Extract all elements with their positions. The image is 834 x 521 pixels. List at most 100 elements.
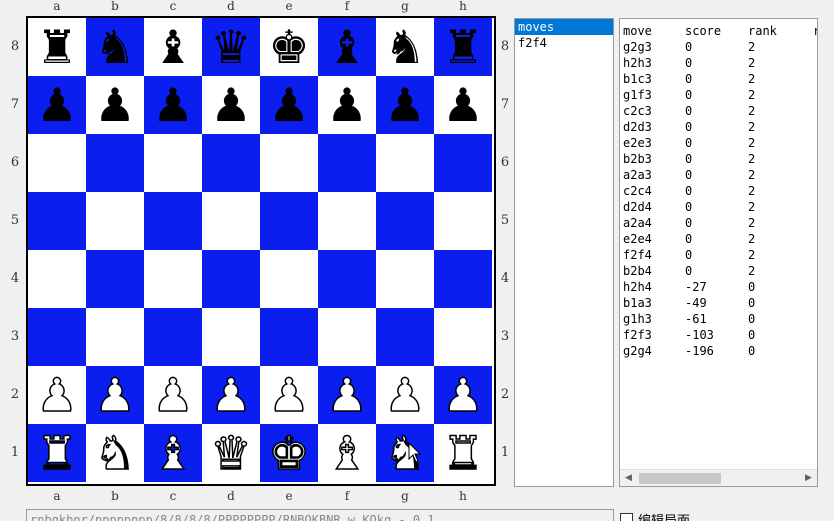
table-row[interactable]: g1f3 0 2	[620, 87, 817, 103]
square-d7[interactable]: ♟	[202, 76, 260, 134]
square-d2[interactable]: ♟	[202, 366, 260, 424]
square-b6[interactable]	[86, 134, 144, 192]
square-e2[interactable]: ♟	[260, 366, 318, 424]
table-row[interactable]: a2a3 0 2	[620, 167, 817, 183]
square-b8[interactable]: ♞	[86, 18, 144, 76]
square-h2[interactable]: ♟	[434, 366, 492, 424]
list-item[interactable]: moves	[515, 19, 613, 35]
black-pawn-icon[interactable]: ♟	[384, 82, 425, 128]
white-bishop-icon[interactable]: ♝	[326, 429, 369, 477]
table-row[interactable]: f2f3 -103 0	[620, 327, 817, 343]
table-row[interactable]: c2c4 0 2	[620, 183, 817, 199]
square-f3[interactable]	[318, 308, 376, 366]
black-pawn-icon[interactable]: ♟	[442, 82, 483, 128]
square-g2[interactable]: ♟	[376, 366, 434, 424]
square-a1[interactable]: ♜	[28, 424, 86, 482]
table-row[interactable]: h2h3 0 2	[620, 55, 817, 71]
chess-board[interactable]: ♜ ♞ ♝ ♛ ♚ ♝ ♞ ♜ ♟ ♟ ♟ ♟ ♟ ♟ ♟ ♟ ♟ ♟ ♟ ♟ ♟ ♟ ♟ ♟ ♜ ♞ ♝ ♛ ♚ ♝ ♞ ♜	[26, 16, 496, 486]
square-h4[interactable]	[434, 250, 492, 308]
table-row[interactable]: e2e4 0 2	[620, 231, 817, 247]
square-a6[interactable]	[28, 134, 86, 192]
square-g1[interactable]: ♞	[376, 424, 434, 482]
table-row[interactable]: d2d3 0 2	[620, 119, 817, 135]
black-rook-icon[interactable]: ♜	[36, 24, 77, 70]
move-score-table[interactable]: move score rank r g2g302h2h302b1c302g1f3…	[619, 18, 818, 487]
black-pawn-icon[interactable]: ♟	[210, 82, 251, 128]
square-e4[interactable]	[260, 250, 318, 308]
square-c3[interactable]	[144, 308, 202, 366]
black-bishop-icon[interactable]: ♝	[326, 24, 367, 70]
square-d8[interactable]: ♛	[202, 18, 260, 76]
edit-board-checkbox[interactable]	[620, 513, 633, 521]
square-h3[interactable]	[434, 308, 492, 366]
edit-board-label[interactable]: 编辑局面	[638, 510, 690, 521]
white-knight-icon[interactable]: ♞	[94, 429, 137, 477]
column-header-extra[interactable]: r	[813, 23, 817, 39]
black-pawn-icon[interactable]: ♟	[94, 82, 135, 128]
square-a3[interactable]	[28, 308, 86, 366]
table-row[interactable]: f2f4 0 2	[620, 247, 817, 263]
white-pawn-icon[interactable]: ♟	[442, 371, 485, 419]
table-row[interactable]: g2g3 0 2	[620, 39, 817, 55]
square-b7[interactable]: ♟	[86, 76, 144, 134]
square-b5[interactable]	[86, 192, 144, 250]
white-pawn-icon[interactable]: ♟	[152, 371, 195, 419]
white-king-icon[interactable]: ♚	[268, 429, 311, 477]
square-c6[interactable]	[144, 134, 202, 192]
square-f7[interactable]: ♟	[318, 76, 376, 134]
black-knight-icon[interactable]: ♞	[384, 24, 425, 70]
list-item[interactable]: f2f4	[515, 35, 613, 51]
square-f5[interactable]	[318, 192, 376, 250]
square-e3[interactable]	[260, 308, 318, 366]
horizontal-scrollbar[interactable]: ◀ ▶	[620, 469, 817, 486]
square-c8[interactable]: ♝	[144, 18, 202, 76]
square-h5[interactable]	[434, 192, 492, 250]
table-row[interactable]: b2b3 0 2	[620, 151, 817, 167]
square-d4[interactable]	[202, 250, 260, 308]
square-b2[interactable]: ♟	[86, 366, 144, 424]
black-king-icon[interactable]: ♚	[268, 24, 309, 70]
square-e1[interactable]: ♚	[260, 424, 318, 482]
square-c2[interactable]: ♟	[144, 366, 202, 424]
square-c1[interactable]: ♝	[144, 424, 202, 482]
column-header-move[interactable]: move	[623, 23, 652, 39]
white-pawn-icon[interactable]: ♟	[94, 371, 137, 419]
black-bishop-icon[interactable]: ♝	[152, 24, 193, 70]
column-header-score[interactable]: score	[685, 23, 721, 39]
square-c5[interactable]	[144, 192, 202, 250]
square-d1[interactable]: ♛	[202, 424, 260, 482]
square-h6[interactable]	[434, 134, 492, 192]
moves-list[interactable]: moves f2f4	[514, 18, 614, 487]
square-d3[interactable]	[202, 308, 260, 366]
table-row[interactable]: a2a4 0 2	[620, 215, 817, 231]
square-e7[interactable]: ♟	[260, 76, 318, 134]
square-e5[interactable]	[260, 192, 318, 250]
black-pawn-icon[interactable]: ♟	[268, 82, 309, 128]
fen-input[interactable]	[26, 509, 614, 521]
square-e6[interactable]	[260, 134, 318, 192]
edit-board-toggle[interactable]: 编辑局面	[620, 510, 690, 521]
square-g5[interactable]	[376, 192, 434, 250]
black-pawn-icon[interactable]: ♟	[326, 82, 367, 128]
table-row[interactable]: b2b4 0 2	[620, 263, 817, 279]
square-c4[interactable]	[144, 250, 202, 308]
white-pawn-icon[interactable]: ♟	[210, 371, 253, 419]
square-f1[interactable]: ♝	[318, 424, 376, 482]
white-pawn-icon[interactable]: ♟	[384, 371, 427, 419]
square-b4[interactable]	[86, 250, 144, 308]
table-row[interactable]: g2g4 -196 0	[620, 343, 817, 359]
square-f4[interactable]	[318, 250, 376, 308]
scrollbar-thumb[interactable]	[639, 473, 721, 484]
square-d6[interactable]	[202, 134, 260, 192]
square-a4[interactable]	[28, 250, 86, 308]
table-row[interactable]: b1c3 0 2	[620, 71, 817, 87]
square-c7[interactable]: ♟	[144, 76, 202, 134]
square-f6[interactable]	[318, 134, 376, 192]
black-knight-icon[interactable]: ♞	[94, 24, 135, 70]
square-g3[interactable]	[376, 308, 434, 366]
column-header-rank[interactable]: rank	[748, 23, 777, 39]
white-pawn-icon[interactable]: ♟	[36, 371, 79, 419]
black-pawn-icon[interactable]: ♟	[152, 82, 193, 128]
table-row[interactable]: c2c3 0 2	[620, 103, 817, 119]
square-h8[interactable]: ♜	[434, 18, 492, 76]
